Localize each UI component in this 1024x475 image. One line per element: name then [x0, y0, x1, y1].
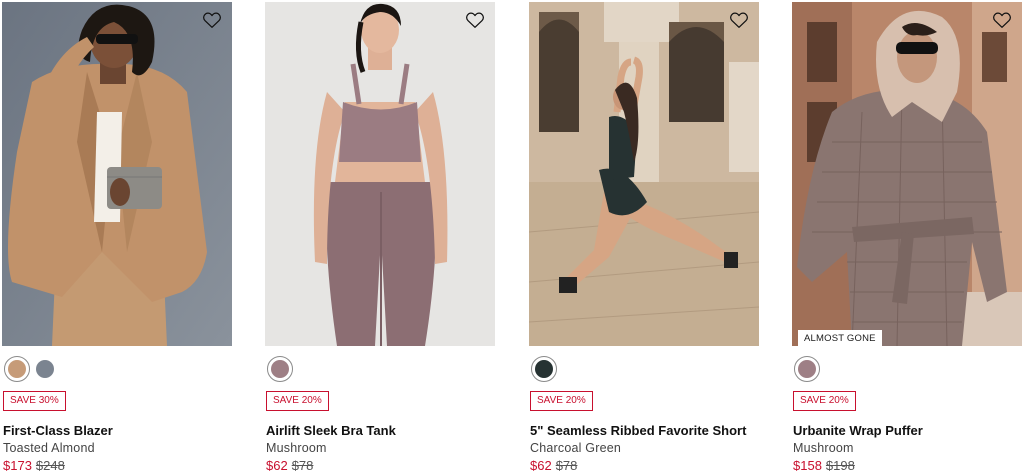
product-card[interactable]: SAVE 20% 5" Seamless Ribbed Favorite Sho…	[529, 2, 759, 475]
sale-price: $62	[266, 458, 288, 473]
color-swatch-selected[interactable]	[531, 356, 557, 382]
product-photo-puffer	[792, 2, 1022, 346]
original-price: $78	[291, 458, 314, 473]
original-price: $198	[825, 458, 855, 473]
product-image[interactable]	[529, 2, 759, 346]
discount-badge: SAVE 20%	[793, 391, 856, 411]
product-image[interactable]	[265, 2, 495, 346]
product-name[interactable]: Urbanite Wrap Puffer	[793, 423, 923, 438]
discount-badge: SAVE 30%	[3, 391, 66, 411]
discount-badge: SAVE 20%	[266, 391, 329, 411]
product-name[interactable]: First-Class Blazer	[3, 423, 113, 438]
color-swatch-selected[interactable]	[794, 356, 820, 382]
product-card[interactable]: SAVE 30% First-Class Blazer Toasted Almo…	[2, 2, 232, 475]
sale-price: $62	[530, 458, 552, 473]
wishlist-heart-icon[interactable]	[729, 11, 749, 29]
product-photo-short	[529, 2, 759, 346]
original-price: $248	[35, 458, 65, 473]
product-photo-bra-tank	[265, 2, 495, 346]
product-price: $158 $198	[793, 458, 855, 473]
color-swatch-selected[interactable]	[267, 356, 293, 382]
sale-price: $173	[3, 458, 32, 473]
product-card[interactable]: SAVE 20% Airlift Sleek Bra Tank Mushroom…	[265, 2, 495, 475]
product-price: $62 $78	[530, 458, 577, 473]
color-swatch-selected[interactable]	[4, 356, 30, 382]
wishlist-heart-icon[interactable]	[465, 11, 485, 29]
stock-status-tag: ALMOST GONE	[798, 330, 882, 346]
product-color: Mushroom	[266, 441, 327, 455]
product-image[interactable]	[2, 2, 232, 346]
product-photo-blazer	[2, 2, 232, 346]
color-swatch[interactable]	[32, 356, 58, 382]
product-name[interactable]: 5" Seamless Ribbed Favorite Short	[530, 423, 746, 438]
product-image[interactable]: ALMOST GONE	[792, 2, 1022, 346]
original-price: $78	[555, 458, 578, 473]
product-card[interactable]: ALMOST GONE SAVE 20% Urbanite Wrap Puffe…	[792, 2, 1022, 475]
product-name[interactable]: Airlift Sleek Bra Tank	[266, 423, 396, 438]
wishlist-heart-icon[interactable]	[202, 11, 222, 29]
discount-badge: SAVE 20%	[530, 391, 593, 411]
sale-price: $158	[793, 458, 822, 473]
product-price: $62 $78	[266, 458, 313, 473]
product-color: Charcoal Green	[530, 441, 622, 455]
product-price: $173 $248	[3, 458, 65, 473]
product-color: Mushroom	[793, 441, 854, 455]
wishlist-heart-icon[interactable]	[992, 11, 1012, 29]
product-color: Toasted Almond	[3, 441, 95, 455]
